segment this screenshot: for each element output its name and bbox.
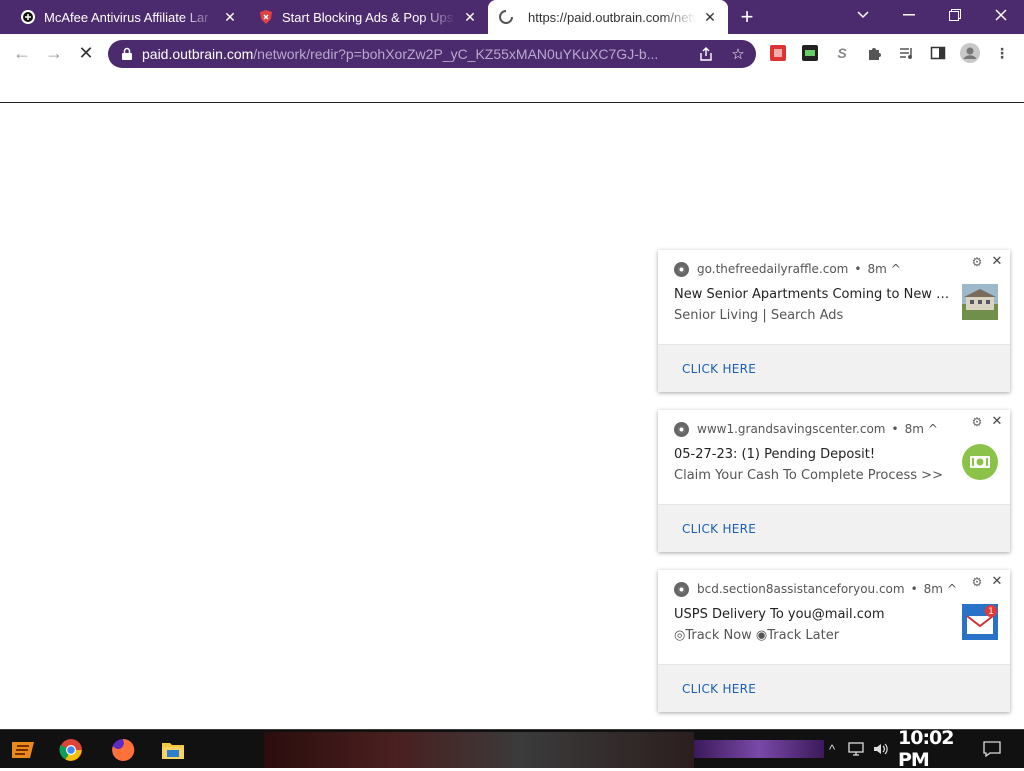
tab-adblock[interactable]: Start Blocking Ads & Pop Ups F ✕ (248, 0, 488, 34)
separator-dot: • (910, 582, 918, 596)
chrome-icon (674, 421, 689, 437)
notification-title: New Senior Apartments Coming to New York… (674, 287, 950, 302)
chevron-up-icon[interactable]: ^ (947, 582, 957, 596)
tab-title: Start Blocking Ads & Pop Ups F (282, 9, 456, 25)
notification-source: go.thefreedailyraffle.com (697, 262, 849, 276)
start-menu-icon[interactable] (8, 735, 38, 765)
taskbar-wallpaper (264, 732, 694, 768)
chevron-up-icon[interactable]: ^ (928, 422, 938, 436)
firefox-taskbar-icon[interactable] (108, 735, 138, 765)
notification-age: 8m (923, 582, 943, 596)
click-here-button[interactable]: CLICK HERE (682, 682, 756, 696)
extensions-puzzle-icon[interactable] (864, 43, 884, 63)
click-here-button[interactable]: CLICK HERE (682, 362, 756, 376)
volume-icon[interactable] (870, 738, 890, 760)
extension-red-icon[interactable] (768, 43, 788, 63)
notification-action[interactable]: CLICK HERE (658, 664, 1010, 712)
taskbar-decoration (694, 740, 824, 758)
bookmark-star-icon[interactable]: ☆ (729, 45, 747, 63)
windows-taskbar: ^ 10:02 PM (0, 727, 1024, 771)
notification-header: bcd.section8assistanceforyou.com • 8m ^ (674, 581, 957, 597)
notification-title: USPS Delivery To you@mail.com (674, 607, 885, 622)
notification-action[interactable]: CLICK HERE (658, 504, 1010, 552)
close-icon[interactable]: ✕ (462, 9, 478, 25)
separator-dot: • (891, 422, 899, 436)
click-here-button[interactable]: CLICK HERE (682, 522, 756, 536)
action-center-icon[interactable] (980, 738, 1004, 760)
tab-search-button[interactable] (840, 0, 886, 30)
notification-card[interactable]: www1.grandsavingscenter.com • 8m ^ ⚙ ✕ 0… (658, 410, 1010, 552)
forward-button[interactable]: → (41, 40, 67, 66)
chevron-up-icon[interactable]: ^ (891, 262, 901, 276)
notification-message: Senior Living | Search Ads (674, 308, 844, 323)
profile-avatar-icon[interactable] (960, 43, 980, 63)
notification-age: 8m (867, 262, 887, 276)
stop-button[interactable]: ✕ (73, 40, 99, 66)
url-path: /network/redir?p=bohXorZw2P_yC_KZ55xMAN0… (253, 46, 659, 62)
gear-icon[interactable]: ⚙ (970, 255, 984, 269)
notification-title: 05-27-23: (1) Pending Deposit! (674, 447, 876, 462)
tray-chevron-icon[interactable]: ^ (826, 738, 838, 760)
close-icon[interactable]: ✕ (990, 414, 1004, 429)
media-control-icon[interactable] (896, 43, 916, 63)
chrome-icon (674, 581, 689, 597)
new-tab-button[interactable]: + (734, 4, 760, 29)
notification-message: ◎Track Now ◉Track Later (674, 628, 840, 643)
network-icon[interactable] (846, 738, 866, 760)
address-bar[interactable]: paid.outbrain.com/network/redir?p=bohXor… (108, 40, 756, 68)
file-explorer-icon[interactable] (158, 735, 188, 765)
notification-header: go.thefreedailyraffle.com • 8m ^ (674, 261, 901, 277)
taskbar-clock[interactable]: 10:02 PM (898, 727, 966, 771)
notification-action[interactable]: CLICK HERE (658, 344, 1010, 392)
mcafee-icon (20, 9, 36, 25)
close-icon[interactable]: ✕ (222, 9, 238, 25)
shield-icon (258, 9, 274, 25)
share-icon[interactable] (697, 45, 715, 63)
mail-badge-count: 1 (988, 607, 994, 617)
gear-icon[interactable]: ⚙ (970, 575, 984, 589)
tab-strip: McAfee Antivirus Affiliate Lar ✕ Start B… (0, 0, 1024, 34)
mail-badge-icon: 1 (962, 604, 998, 640)
chrome-taskbar-icon[interactable] (56, 735, 86, 765)
cash-icon (962, 444, 998, 480)
gear-icon[interactable]: ⚙ (970, 415, 984, 429)
notification-source: www1.grandsavingscenter.com (697, 422, 886, 436)
notification-age: 8m (904, 422, 924, 436)
back-button[interactable]: ← (9, 40, 35, 66)
close-window-button[interactable] (978, 0, 1024, 30)
menu-kebab-icon[interactable]: ⋮ (992, 43, 1012, 63)
notification-card[interactable]: go.thefreedailyraffle.com • 8m ^ ⚙ ✕ New… (658, 250, 1010, 392)
chrome-icon (674, 261, 689, 277)
separator-dot: • (854, 262, 862, 276)
apartment-photo (962, 284, 998, 320)
notification-header: www1.grandsavingscenter.com • 8m ^ (674, 421, 938, 437)
side-panel-icon[interactable] (928, 43, 948, 63)
extension-s-icon[interactable]: S (832, 43, 852, 63)
close-icon[interactable]: ✕ (990, 574, 1004, 589)
url-host: paid.outbrain.com (142, 46, 254, 62)
url-text: paid.outbrain.com/network/redir?p=bohXor… (142, 46, 756, 62)
close-icon[interactable]: ✕ (702, 9, 718, 25)
tab-outbrain[interactable]: https://paid.outbrain.com/netw ✕ (488, 0, 728, 34)
minimize-button[interactable] (886, 0, 932, 30)
extension-dark-icon[interactable] (800, 43, 820, 63)
tab-title: McAfee Antivirus Affiliate Lar (44, 9, 209, 25)
restore-button[interactable] (932, 0, 978, 30)
notification-card[interactable]: bcd.section8assistanceforyou.com • 8m ^ … (658, 570, 1010, 712)
tab-title: https://paid.outbrain.com/netw (528, 9, 696, 25)
close-icon[interactable]: ✕ (990, 254, 1004, 269)
notification-message: Claim Your Cash To Complete Process >> (674, 468, 943, 483)
loading-spinner-icon (498, 9, 514, 25)
notification-source: bcd.section8assistanceforyou.com (697, 582, 905, 596)
tab-mcafee[interactable]: McAfee Antivirus Affiliate Lar ✕ (0, 0, 248, 34)
lock-icon (122, 47, 132, 60)
